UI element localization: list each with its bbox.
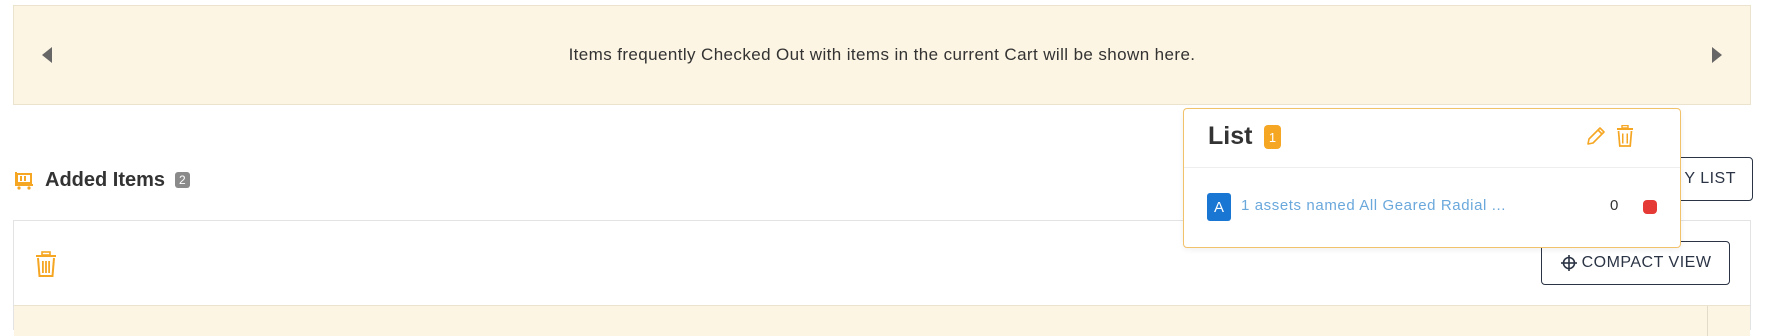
added-items-count-badge: 2 bbox=[175, 172, 190, 188]
list-count-badge: 1 bbox=[1264, 125, 1281, 149]
delete-list-button[interactable] bbox=[1615, 124, 1635, 152]
list-item: A 1 assets named All Geared Radial ... 0 bbox=[1184, 167, 1680, 247]
frequently-checked-out-banner: Items frequently Checked Out with items … bbox=[13, 5, 1751, 105]
added-items-header: Added Items 2 bbox=[13, 165, 190, 195]
trash-icon bbox=[1617, 124, 1633, 147]
added-items-title: Added Items bbox=[45, 168, 166, 191]
view-list-label: Y LIST bbox=[1684, 170, 1736, 187]
asset-quantity: 0 bbox=[1610, 197, 1619, 214]
edit-list-button[interactable] bbox=[1585, 125, 1607, 152]
caret-right-icon bbox=[1712, 47, 1722, 63]
item-row-header-strip bbox=[14, 305, 1750, 336]
remove-dot-icon[interactable] bbox=[1643, 200, 1657, 214]
list-popup-header: List 1 bbox=[1184, 109, 1680, 168]
list-popup: List 1 A 1 assets named All Geared Radia… bbox=[1183, 108, 1681, 248]
banner-next-button[interactable] bbox=[1702, 40, 1732, 70]
crosshair-icon bbox=[1560, 255, 1577, 271]
banner-message: Items frequently Checked Out with items … bbox=[568, 45, 1196, 64]
list-popup-title: List bbox=[1208, 122, 1253, 150]
pencil-icon bbox=[1587, 127, 1605, 145]
delete-all-button[interactable] bbox=[34, 251, 58, 282]
strip-divider bbox=[1707, 306, 1708, 336]
compact-view-label: COMPACT VIEW bbox=[1581, 254, 1712, 271]
asset-link[interactable]: 1 assets named All Geared Radial ... bbox=[1241, 197, 1506, 214]
asset-avatar: A bbox=[1207, 193, 1231, 221]
cart-icon bbox=[15, 172, 33, 190]
trash-icon bbox=[36, 251, 56, 277]
